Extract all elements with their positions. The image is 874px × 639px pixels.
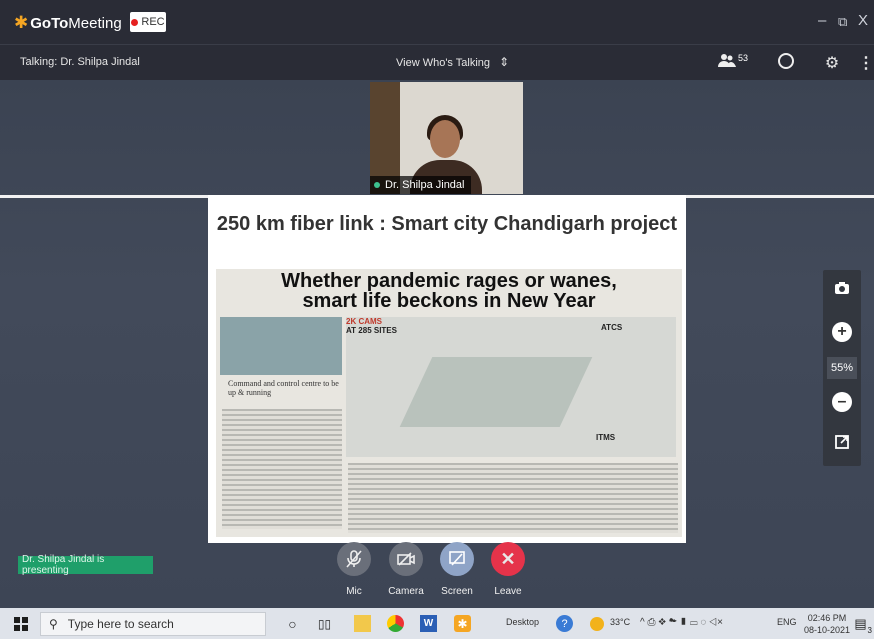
taskbar-search-box[interactable]: ⚲ Type here to search [40,612,266,636]
newspaper-clipping: Whether pandemic rages or wanes, smart l… [216,269,682,537]
screen-label: Screen [441,586,473,597]
news-lower-text [348,463,678,533]
record-dot-icon [131,18,139,26]
attendees-button[interactable]: 53 [718,53,748,72]
news-caption-1: 2K CAMS [346,317,383,326]
gotomeeting-logo-icon: ✱ [14,13,29,32]
more-options-button[interactable]: ⋮ [856,53,874,73]
mic-control[interactable]: Mic [328,542,380,597]
app-logo[interactable]: ✱ GoTo Meeting ▼ [14,13,139,33]
settings-button[interactable]: ⚙ [822,53,842,73]
clock-time: 02:46 PM [807,613,847,623]
news-column-text [222,409,342,529]
popout-button[interactable] [832,434,852,454]
news-caption-5: ITMS [596,433,616,442]
zoom-out-button[interactable]: – [832,392,852,412]
close-window-button[interactable]: X [858,12,868,29]
external-window-icon [835,434,849,454]
leave-label: Leave [494,586,522,597]
headline-line-2: smart life beckons in New Year [302,290,596,312]
cortana-icon[interactable]: ○ [284,615,301,632]
notification-count: 3 [867,626,872,635]
app-name-bold: GoTo [30,14,69,32]
screenshot-button[interactable] [832,280,852,300]
search-icon: ⚲ [49,617,58,631]
app-name-rest: Meeting [68,14,122,32]
screen-share-icon[interactable] [440,542,474,576]
headline-line-1: Whether pandemic rages or wanes, [281,270,617,292]
gotomeeting-taskbar-icon[interactable]: ✱ [454,615,471,632]
camera-snapshot-icon [834,281,850,300]
minus-icon: – [837,393,847,410]
diagram-block [399,357,593,427]
speaking-indicator-icon [374,182,380,188]
notifications-icon[interactable]: ▤ 3 [852,615,872,636]
search-placeholder: Type here to search [67,617,174,631]
view-mode-selector[interactable]: View Who's Talking ⇕ [396,55,509,69]
more-vertical-icon: ⋮ [858,55,874,72]
talking-indicator: Talking: Dr. Shilpa Jindal [20,56,140,68]
video-name-label: Dr. Shilpa Jindal [370,176,471,194]
chrome-icon[interactable] [387,615,404,632]
zoom-panel: + 55% – [823,270,861,466]
rec-label: REC [141,16,165,28]
recording-badge[interactable]: REC [130,12,166,32]
mic-muted-icon[interactable] [337,542,371,576]
temperature[interactable]: 33°C [610,617,630,627]
leave-close-icon[interactable]: ✕ [491,542,525,576]
presenting-badge: Dr. Shilpa Jindal is presenting [18,554,153,576]
camera-off-icon[interactable] [389,542,423,576]
participant-face [430,120,460,158]
newspaper-headline: Whether pandemic rages or wanes, smart l… [216,271,682,311]
news-photo [220,317,342,375]
minimize-button[interactable]: – [818,12,826,29]
chat-button[interactable] [776,52,796,75]
gear-icon: ⚙ [824,55,840,72]
shared-screen: 250 km fiber link : Smart city Chandigar… [208,195,686,543]
news-caption-4: ATCS [601,323,623,332]
desktop-toolbar[interactable]: Desktop [506,617,539,627]
people-icon [718,53,736,72]
word-icon[interactable]: W [420,615,437,632]
restore-button[interactable]: ⧉ [838,14,847,30]
clock-date: 08-10-2021 [804,625,851,635]
file-explorer-icon[interactable] [354,615,371,632]
participant-name: Dr. Shilpa Jindal [385,179,465,191]
camera-control[interactable]: Camera [380,542,432,597]
plus-icon: + [837,323,847,340]
weather-sun-icon[interactable] [590,617,604,631]
title-bar: ✱ GoTo Meeting ▼ REC – ⧉ X [0,0,874,44]
camera-label: Camera [388,586,424,597]
news-caption-3: Command and control centre to be up & ru… [228,379,339,397]
windows-start-icon[interactable] [14,617,28,631]
chevron-updown-icon: ⇕ [499,55,510,69]
news-caption-2: AT 285 SITES [346,326,397,335]
mic-label: Mic [346,586,362,597]
chat-bubble-icon [777,52,795,75]
zoom-level: 55% [827,357,857,379]
taskbar-clock[interactable]: 02:46 PM 08-10-2021 [804,612,850,636]
tray-icons[interactable]: ^ ⎙ ❖ ☁ ▮ ▭ ◌ ◁× [640,617,723,628]
notification-glyph: ▤ [854,615,867,631]
windows-taskbar: ⚲ Type here to search ○ ▯▯ W ✱ Desktop ?… [0,608,874,639]
language-indicator[interactable]: ENG [777,617,797,627]
task-view-icon[interactable]: ▯▯ [316,615,333,632]
zoom-in-button[interactable]: + [832,322,852,342]
slide-title: 250 km fiber link : Smart city Chandigar… [216,213,678,235]
leave-control[interactable]: ✕ Leave [482,542,534,597]
city-diagram: 2K CAMS AT 285 SITES ATCS ITMS [346,317,676,457]
help-icon[interactable]: ? [556,615,573,632]
view-mode-label: View Who's Talking [396,57,491,69]
screen-control[interactable]: Screen [431,542,483,597]
attendee-count: 53 [738,53,749,63]
meeting-info-bar: Talking: Dr. Shilpa Jindal View Who's Ta… [0,44,874,81]
